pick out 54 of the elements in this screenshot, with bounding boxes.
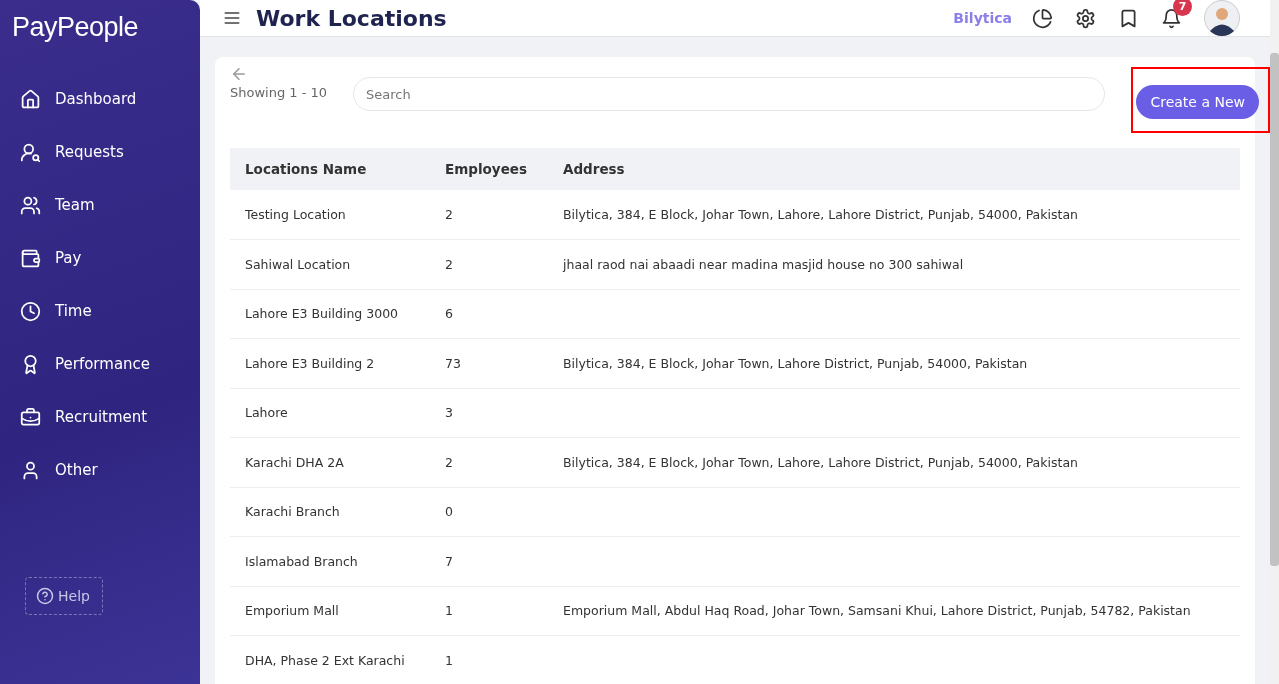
table-cell: Islamabad Branch bbox=[245, 553, 358, 569]
table-cell: 1 bbox=[445, 603, 453, 619]
table-cell: 2 bbox=[445, 207, 453, 222]
table-cell: Lahore E3 Building 2 bbox=[245, 355, 375, 371]
table-cell: 3 bbox=[445, 405, 453, 421]
help-icon bbox=[36, 587, 54, 605]
table-cell: DHA, Phase 2 Ext Karachi bbox=[245, 652, 405, 668]
table-cell: Karachi DHA 2A bbox=[245, 454, 344, 470]
table-cell: Lahore E3 Building 3000 bbox=[245, 306, 399, 322]
table-cell: 2 bbox=[445, 256, 453, 272]
table-cell: Bilytica, 384, E Block, Johar Town, Lahore, Lahore District, Punjab, 54000, Pakistan bbox=[563, 454, 1078, 470]
notification-count: 7 bbox=[1173, 0, 1192, 16]
table-cell: 7 bbox=[445, 553, 453, 569]
page-title: Work Locations bbox=[256, 5, 448, 31]
logo: PayPeople bbox=[11, 12, 140, 44]
sidebar-item[interactable]: Other bbox=[0, 456, 200, 484]
sidebar-item[interactable]: Dashboard bbox=[0, 85, 200, 113]
avatar[interactable] bbox=[1204, 0, 1240, 36]
search-field[interactable]: Search bbox=[353, 77, 1106, 111]
sidebar-item[interactable]: Recruitment bbox=[0, 403, 200, 431]
wallet-icon bbox=[20, 247, 41, 269]
table-cell: 6 bbox=[445, 306, 453, 322]
sidebar-item[interactable]: Performance bbox=[0, 350, 200, 378]
table-cell: 2 bbox=[445, 454, 453, 470]
table-cell: 73 bbox=[445, 355, 461, 371]
pie-chart-button[interactable] bbox=[1032, 7, 1053, 29]
table-cell: Emporium Mall, Abdul Haq Road, Johar Town, Samsani Khui, Lahore District, Punjab, 54782, Pakistan bbox=[563, 603, 1191, 619]
table-cell: Karachi Branch bbox=[245, 504, 340, 520]
help-button[interactable]: Help bbox=[25, 577, 103, 615]
sidebar-item[interactable]: Pay bbox=[0, 244, 200, 272]
showing-count: Showing 1 - 10 bbox=[230, 85, 328, 100]
home-icon bbox=[20, 88, 41, 110]
table-cell: Lahore bbox=[245, 405, 288, 421]
team-icon bbox=[20, 194, 41, 216]
table-cell: Bilytica, 384, E Block, Johar Town, Lahore, Lahore District, Punjab, 54000, Pakistan bbox=[563, 207, 1078, 222]
table-cell: 0 bbox=[445, 504, 453, 520]
briefcase-icon bbox=[20, 406, 41, 428]
table-cell: Testing Location bbox=[245, 207, 346, 222]
create-button[interactable]: Create a New bbox=[1136, 85, 1259, 119]
column-header: Address bbox=[548, 148, 1240, 190]
table-cell: Emporium Mall bbox=[245, 603, 339, 619]
column-header: Employees bbox=[430, 148, 548, 190]
sidebar-item[interactable]: Time bbox=[0, 297, 200, 325]
table-cell: jhaal raod nai abaadi near madina masjid house no 300 sahiwal bbox=[563, 256, 964, 272]
settings-button[interactable] bbox=[1075, 7, 1096, 29]
person-search-icon bbox=[20, 141, 41, 163]
table-cell: Bilytica, 384, E Block, Johar Town, Lahore District, Punjab, 54000, Pakistan bbox=[563, 355, 1028, 371]
sidebar-item[interactable]: Requests bbox=[0, 138, 200, 166]
sidebar-item[interactable]: Team bbox=[0, 191, 200, 219]
table-cell: Sahiwal Location bbox=[245, 256, 351, 272]
column-header: Locations Name bbox=[230, 148, 430, 190]
clock-icon bbox=[20, 300, 41, 322]
table-cell: 1 bbox=[445, 652, 453, 668]
scrollbar-thumb[interactable] bbox=[1270, 53, 1279, 566]
